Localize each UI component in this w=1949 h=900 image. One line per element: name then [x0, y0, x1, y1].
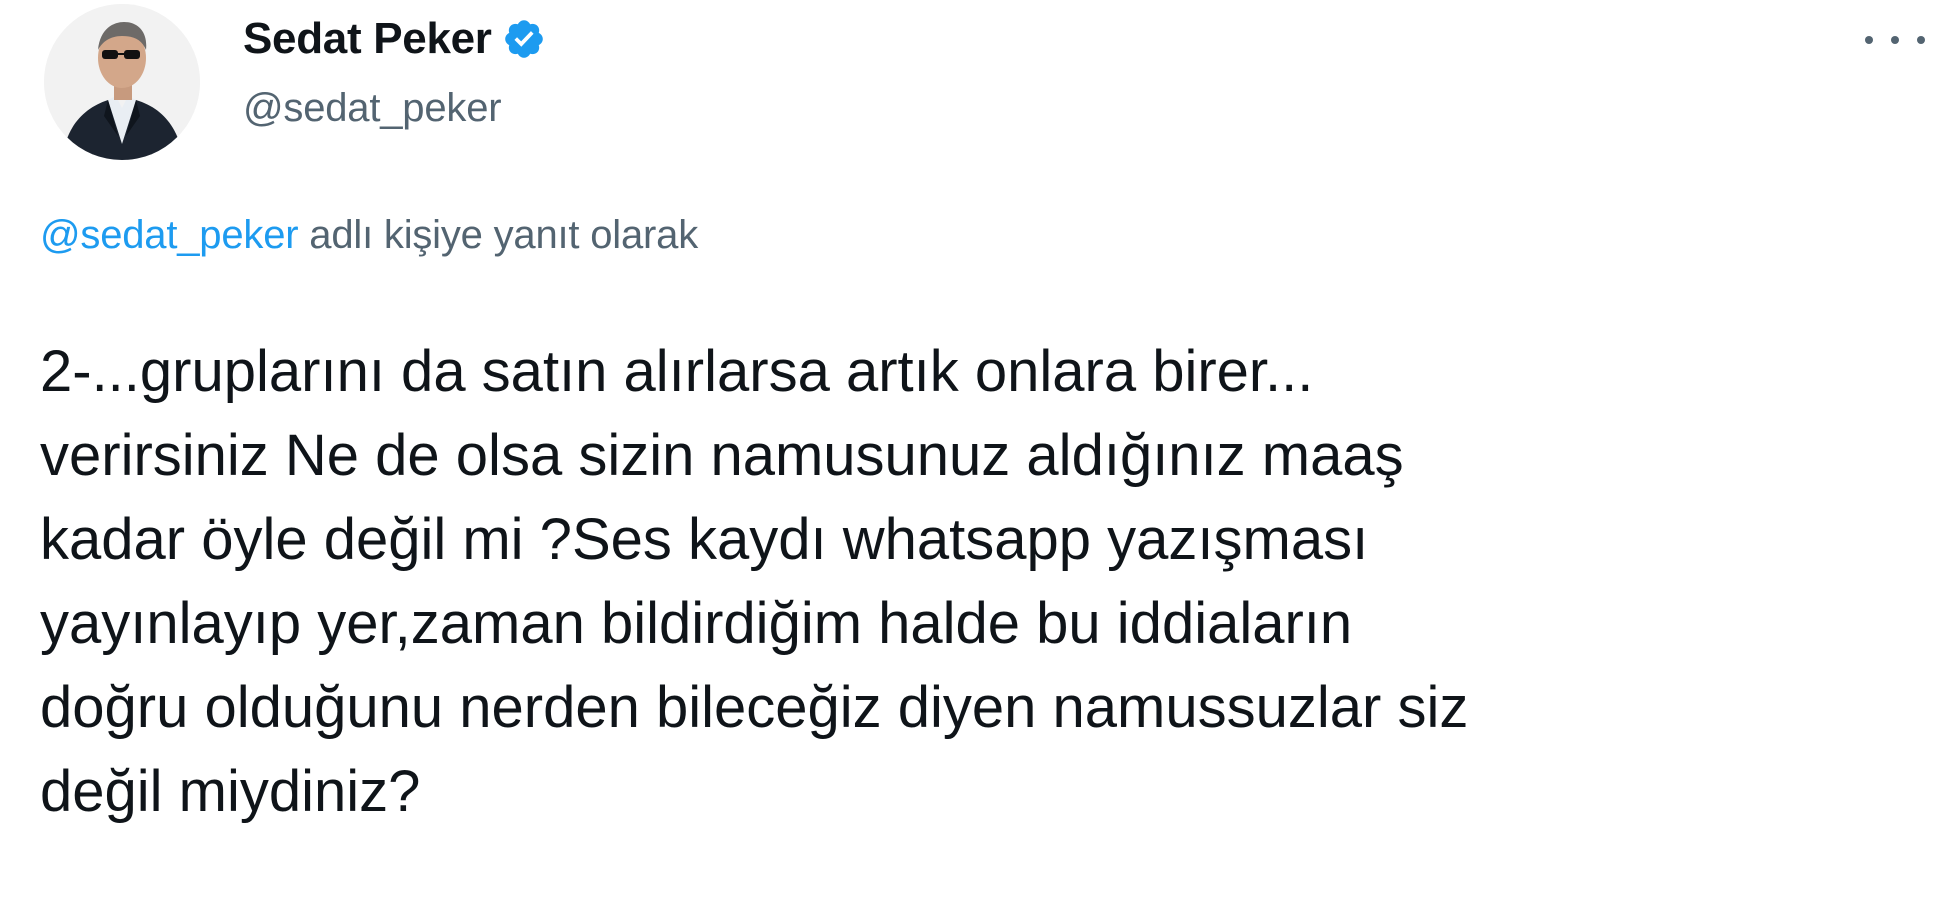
tweet-text-line: doğru olduğunu nerden bileceğiz diyen na… — [40, 675, 1469, 740]
avatar[interactable] — [44, 4, 200, 160]
tweet-text-line: değil miydiniz? — [40, 759, 421, 824]
reply-mention-link[interactable]: @sedat_peker — [40, 213, 299, 257]
display-name[interactable]: Sedat Peker — [243, 14, 492, 64]
profile-photo-icon — [44, 4, 200, 160]
more-options-button[interactable] — [1865, 20, 1925, 60]
more-options-icon — [1891, 36, 1899, 44]
tweet-text: 2-...gruplarını da satın alırlarsa artık… — [40, 330, 1920, 834]
tweet-header: Sedat Peker @sedat_peker — [243, 8, 546, 131]
tweet-card: Sedat Peker @sedat_peker @sedat_peker ad… — [0, 0, 1949, 900]
reply-context-text: adlı kişiye yanıt olarak — [298, 213, 699, 257]
tweet-text-line: kadar öyle değil mi ?Ses kaydı whatsapp … — [40, 507, 1369, 572]
name-row: Sedat Peker — [243, 8, 546, 70]
more-options-icon — [1917, 36, 1925, 44]
tweet-text-line: verirsiniz Ne de olsa sizin namusunuz al… — [40, 423, 1404, 488]
reply-context: @sedat_peker adlı kişiye yanıt olarak — [40, 213, 698, 258]
user-handle[interactable]: @sedat_peker — [243, 86, 546, 131]
verified-badge-icon — [502, 17, 546, 61]
more-options-icon — [1865, 36, 1873, 44]
tweet-text-line: 2-...gruplarını da satın alırlarsa artık… — [40, 339, 1314, 404]
tweet-text-line: yayınlayıp yer,zaman bildirdiğim halde b… — [40, 591, 1353, 656]
